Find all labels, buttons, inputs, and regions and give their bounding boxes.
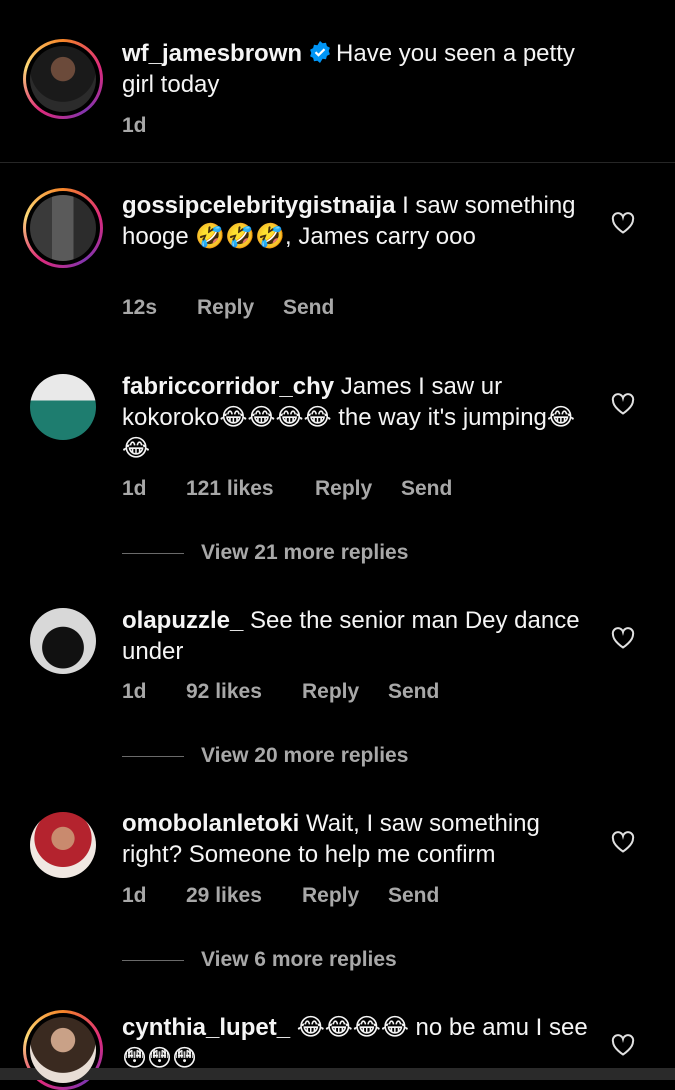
heart-outline-icon[interactable]	[611, 627, 635, 649]
heart-outline-icon[interactable]	[611, 393, 635, 415]
post-caption: wf_jamesbrown Have you seen a petty girl …	[0, 0, 675, 163]
comment-username[interactable]: gossipcelebritygistnaija	[122, 192, 395, 219]
comment-username[interactable]: omobolanletoki	[122, 810, 299, 837]
avatar[interactable]	[30, 195, 96, 261]
send-button[interactable]: Send	[283, 296, 334, 320]
divider	[122, 960, 184, 961]
comment-text: omobolanletoki Wait, I saw something rig…	[122, 808, 602, 870]
heart-outline-icon[interactable]	[611, 1034, 635, 1056]
send-button[interactable]: Send	[401, 477, 452, 501]
reply-button[interactable]: Reply	[197, 296, 254, 320]
comment-text: cynthia_lupet_ 😂😂😂😂 no be amu I see 😳😳😳	[122, 1012, 602, 1074]
avatar[interactable]	[30, 812, 96, 878]
likes-count[interactable]: 121 likes	[186, 477, 274, 501]
timestamp: 1d	[122, 680, 147, 703]
view-replies-label[interactable]: View 21 more replies	[201, 541, 408, 565]
timestamp: 1d	[122, 114, 147, 137]
reply-button[interactable]: Reply	[302, 884, 359, 908]
send-button[interactable]: Send	[388, 680, 439, 704]
reply-button[interactable]: Reply	[315, 477, 372, 501]
comment-text: fabriccorridor_chy James I saw ur kokoro…	[122, 371, 602, 464]
comment-username[interactable]: fabriccorridor_chy	[122, 373, 334, 400]
comment-username[interactable]: cynthia_lupet_	[122, 1014, 290, 1041]
bottom-bar	[0, 1068, 675, 1080]
story-ring[interactable]	[23, 39, 103, 119]
heart-outline-icon[interactable]	[611, 212, 635, 234]
timestamp: 12s	[122, 296, 158, 319]
likes-count[interactable]: 29 likes	[186, 884, 262, 908]
divider	[122, 756, 184, 757]
reply-button[interactable]: Reply	[302, 680, 359, 704]
comment-text: olapuzzle_ See the senior man Dey dance …	[122, 605, 602, 667]
timestamp: 1d	[122, 884, 147, 907]
verified-badge-icon	[310, 41, 330, 63]
caption-username[interactable]: wf_jamesbrown	[122, 40, 302, 67]
avatar[interactable]	[30, 1017, 96, 1083]
avatar[interactable]	[30, 46, 96, 112]
avatar[interactable]	[30, 374, 96, 440]
comment-text: gossipcelebritygistnaija I saw something…	[122, 190, 602, 252]
caption-text: wf_jamesbrown Have you seen a petty girl …	[122, 38, 602, 100]
view-replies-label[interactable]: View 20 more replies	[201, 744, 408, 768]
story-ring[interactable]	[23, 188, 103, 268]
send-button[interactable]: Send	[388, 884, 439, 908]
view-replies-label[interactable]: View 6 more replies	[201, 948, 397, 972]
avatar[interactable]	[30, 608, 96, 674]
comment-username[interactable]: olapuzzle_	[122, 607, 243, 634]
timestamp: 1d	[122, 477, 147, 500]
heart-outline-icon[interactable]	[611, 831, 635, 853]
divider	[122, 553, 184, 554]
likes-count[interactable]: 92 likes	[186, 680, 262, 704]
